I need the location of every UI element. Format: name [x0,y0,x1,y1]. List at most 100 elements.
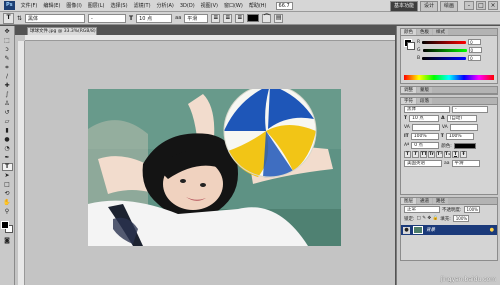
menu-3d[interactable]: 3D(D) [177,0,198,12]
document-tab[interactable]: 球球文件.jpg @ 33.3%(RGB/8) × [27,27,97,35]
tab-character[interactable]: 字符 [401,98,416,104]
slider-green[interactable]: G 0 [401,46,497,54]
slider-blue-value[interactable]: 0 [468,55,482,61]
slider-green-value[interactable]: 0 [468,47,482,53]
tab-layers[interactable]: 图层 [401,198,416,204]
3d-rotate-tool-icon[interactable]: ⟲ [2,190,13,198]
document-image[interactable] [88,89,341,246]
text-color-swatch[interactable] [247,14,260,22]
char-horizontal-scale[interactable]: 100% [445,133,474,140]
color-swatches[interactable] [1,221,13,233]
zoom-tool-icon[interactable]: ⚲ [2,208,13,216]
app-icon[interactable]: Ps [4,1,15,10]
foreground-color-swatch[interactable] [1,221,9,229]
history-brush-tool-icon[interactable]: ↺ [2,109,13,117]
brush-tool-icon[interactable]: ∫ [2,91,13,99]
char-kerning-select[interactable] [411,124,440,131]
slider-green-track[interactable] [422,48,467,52]
tab-paths[interactable]: 路径 [433,198,448,204]
move-tool-icon[interactable]: ✥ [2,28,13,36]
char-leading-select[interactable]: (自动) [446,115,477,122]
menu-help[interactable]: 帮助(H) [246,0,270,12]
minimize-button[interactable]: - [464,1,474,10]
tab-color[interactable]: 颜色 [401,29,416,35]
char-font-style-select[interactable]: - [452,106,488,113]
menu-edit[interactable]: 编辑(E) [40,0,63,12]
menu-view[interactable]: 视图(V) [198,0,221,12]
clone-stamp-tool-icon[interactable]: ♙ [2,100,13,108]
workspace-painting-button[interactable]: 绘画 [439,1,458,12]
panel-background-swatch[interactable] [407,42,415,50]
menu-analysis[interactable]: 分析(A) [154,0,177,12]
blur-tool-icon[interactable]: ● [2,136,13,144]
workspace-essentials-button[interactable]: 基本功能 [389,1,418,12]
quick-mask-icon[interactable]: ◙ [2,237,13,245]
menu-window[interactable]: 窗口(W) [221,0,246,12]
char-color-swatch[interactable] [453,142,476,149]
subscript-button[interactable]: T₁ [444,151,451,158]
layer-name[interactable]: 背景 [426,227,435,233]
type-tool-preset-icon[interactable]: T [3,12,14,24]
workspace-design-button[interactable]: 设计 [419,1,438,12]
zoom-level[interactable]: 66.7 [275,1,293,10]
align-left-icon[interactable]: ≡ [211,13,221,23]
char-baseline-shift[interactable]: 0 点 [411,142,440,149]
path-select-tool-icon[interactable]: ➤ [2,172,13,180]
tab-channels[interactable]: 通道 [417,198,432,204]
char-tracking-select[interactable] [449,124,478,131]
fill-field[interactable]: 100% [452,215,469,222]
quick-select-tool-icon[interactable]: ✎ [2,55,13,63]
crop-tool-icon[interactable]: ⌗ [2,64,13,72]
char-antialias-select[interactable]: 平滑 [451,160,480,167]
layer-row-background[interactable]: ● 背景 ● [401,225,497,235]
dodge-tool-icon[interactable]: ◔ [2,145,13,153]
maximize-button[interactable]: □ [476,1,486,10]
all-caps-button[interactable]: TT [420,151,427,158]
eyedropper-tool-icon[interactable]: ∕ [2,73,13,81]
superscript-button[interactable]: T¹ [436,151,443,158]
char-font-family-select[interactable]: 黑体 [404,106,450,113]
healing-brush-tool-icon[interactable]: ✚ [2,82,13,90]
lock-icons[interactable]: □ ✎ ✥ 🔒 [417,216,439,221]
eraser-tool-icon[interactable]: ▱ [2,118,13,126]
lasso-tool-icon[interactable]: ↄ [2,46,13,54]
strikethrough-button[interactable]: Ŧ [460,151,467,158]
small-caps-button[interactable]: Tr [428,151,435,158]
type-tool-icon[interactable]: T [1,163,13,171]
tab-styles[interactable]: 样式 [433,29,448,35]
slider-blue[interactable]: B 0 [401,54,497,62]
close-button[interactable]: × [488,1,498,10]
shape-tool-icon[interactable]: □ [2,181,13,189]
char-vertical-scale[interactable]: 100% [410,133,439,140]
menu-filter[interactable]: 滤镜(T) [131,0,154,12]
slider-red-track[interactable] [422,40,467,44]
layer-visibility-eye-icon[interactable]: ● [403,226,410,234]
slider-blue-track[interactable] [422,56,467,60]
char-language-select[interactable]: 美国英语 [404,160,442,167]
underline-button[interactable]: T [452,151,459,158]
tab-paragraph[interactable]: 段落 [417,98,432,104]
align-right-icon[interactable]: ≡ [235,13,245,23]
color-spectrum-bar[interactable] [404,75,494,80]
tab-adjustments[interactable]: 调整 [401,87,416,93]
marquee-tool-icon[interactable]: ⬚ [2,37,13,45]
menu-file[interactable]: 文件(F) [18,0,41,12]
align-center-icon[interactable]: ≡ [223,13,233,23]
tab-masks[interactable]: 蒙版 [417,87,432,93]
slider-red[interactable]: R 0 [401,38,497,46]
faux-italic-button[interactable]: T [412,151,419,158]
font-style-select[interactable]: - [88,13,127,23]
menu-layer[interactable]: 图层(L) [85,0,108,12]
slider-red-value[interactable]: 0 [468,39,482,45]
font-family-select[interactable]: 黑体 [25,13,86,23]
blend-mode-select[interactable]: 正常 [404,206,440,213]
opacity-field[interactable]: 100% [463,206,480,213]
pen-tool-icon[interactable]: ✒ [2,154,13,162]
warp-text-icon[interactable]: ⌒ [262,13,272,23]
gradient-tool-icon[interactable]: ▮ [2,127,13,135]
tab-swatches[interactable]: 色板 [417,29,432,35]
char-size-select[interactable]: 10 点 [409,115,440,122]
hand-tool-icon[interactable]: ✋ [2,199,13,207]
text-orientation-icon[interactable]: ⇅ [17,15,22,22]
menu-select[interactable]: 选择(S) [107,0,130,12]
